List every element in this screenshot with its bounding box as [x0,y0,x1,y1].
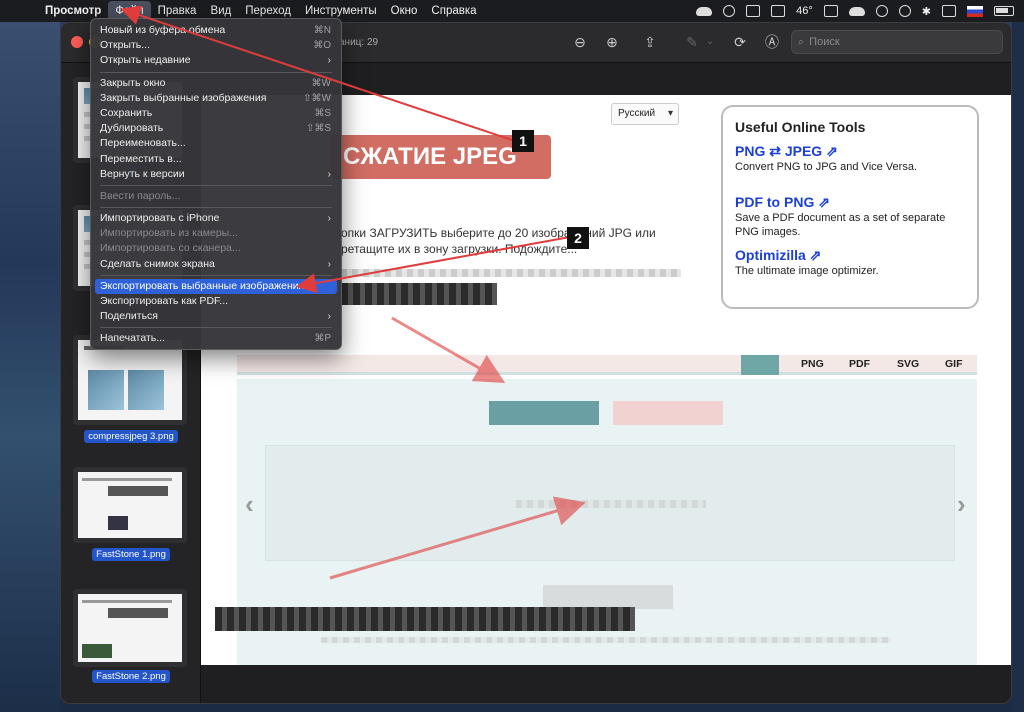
arrow-to-dropzone [329,496,586,580]
annotation-arrows [120,5,586,580]
annotation-badge-2: 2 [567,227,589,249]
arrow-2-to-export-item [296,236,571,293]
annotation-badge-1: 1 [512,130,534,152]
arrow-to-upload [391,316,506,383]
arrow-1-to-file-menu [120,5,513,141]
